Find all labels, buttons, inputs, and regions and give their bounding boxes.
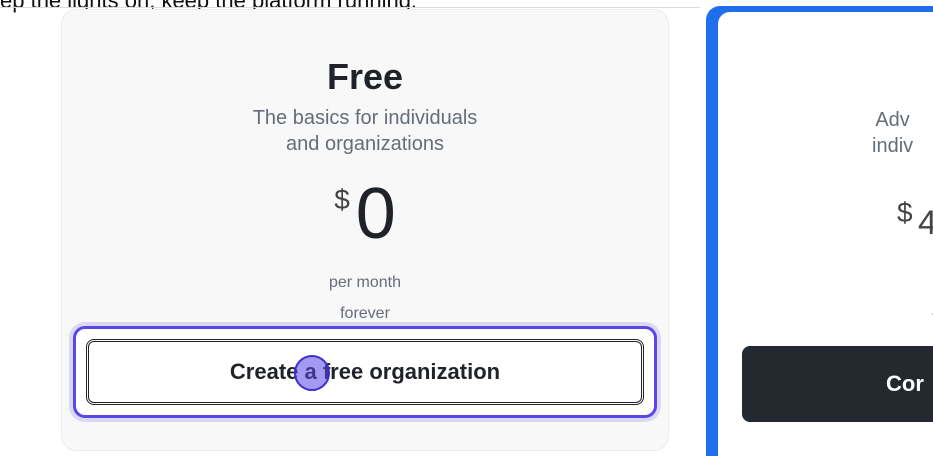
plan-description: The basics for individuals and organizat… (62, 105, 668, 157)
price-period: per month forever (62, 267, 668, 329)
divider (0, 7, 700, 8)
plan-description-line: The basics for individuals (252, 107, 478, 129)
plan-description-line: Adv (875, 109, 910, 131)
plan-price: $0 (62, 178, 668, 250)
plan-description-line: and organizations (286, 133, 444, 155)
plan-description-line: indiv (872, 135, 914, 157)
create-free-organization-button[interactable]: Create a free organization (86, 339, 644, 405)
price-amount: 0 (355, 174, 396, 254)
plan-card-free: Free The basics for individuals and orga… (62, 10, 668, 450)
price-currency: $ (334, 184, 350, 215)
price-amount: 4 (918, 204, 933, 242)
price-period-line: forever (340, 305, 390, 322)
price-period-line: per month (328, 274, 402, 291)
plan-card-team: Adv indiv $ 4 f Cor (706, 6, 933, 456)
team-plan-button[interactable]: Cor (742, 346, 933, 422)
plan-description: Adv indiv (872, 107, 913, 159)
price-currency: $ (897, 197, 913, 228)
plan-title: Free (326, 56, 404, 97)
plan-card-team-body: Adv indiv $ 4 f Cor (718, 12, 933, 456)
cta-focus-ring: Create a free organization (73, 326, 657, 418)
